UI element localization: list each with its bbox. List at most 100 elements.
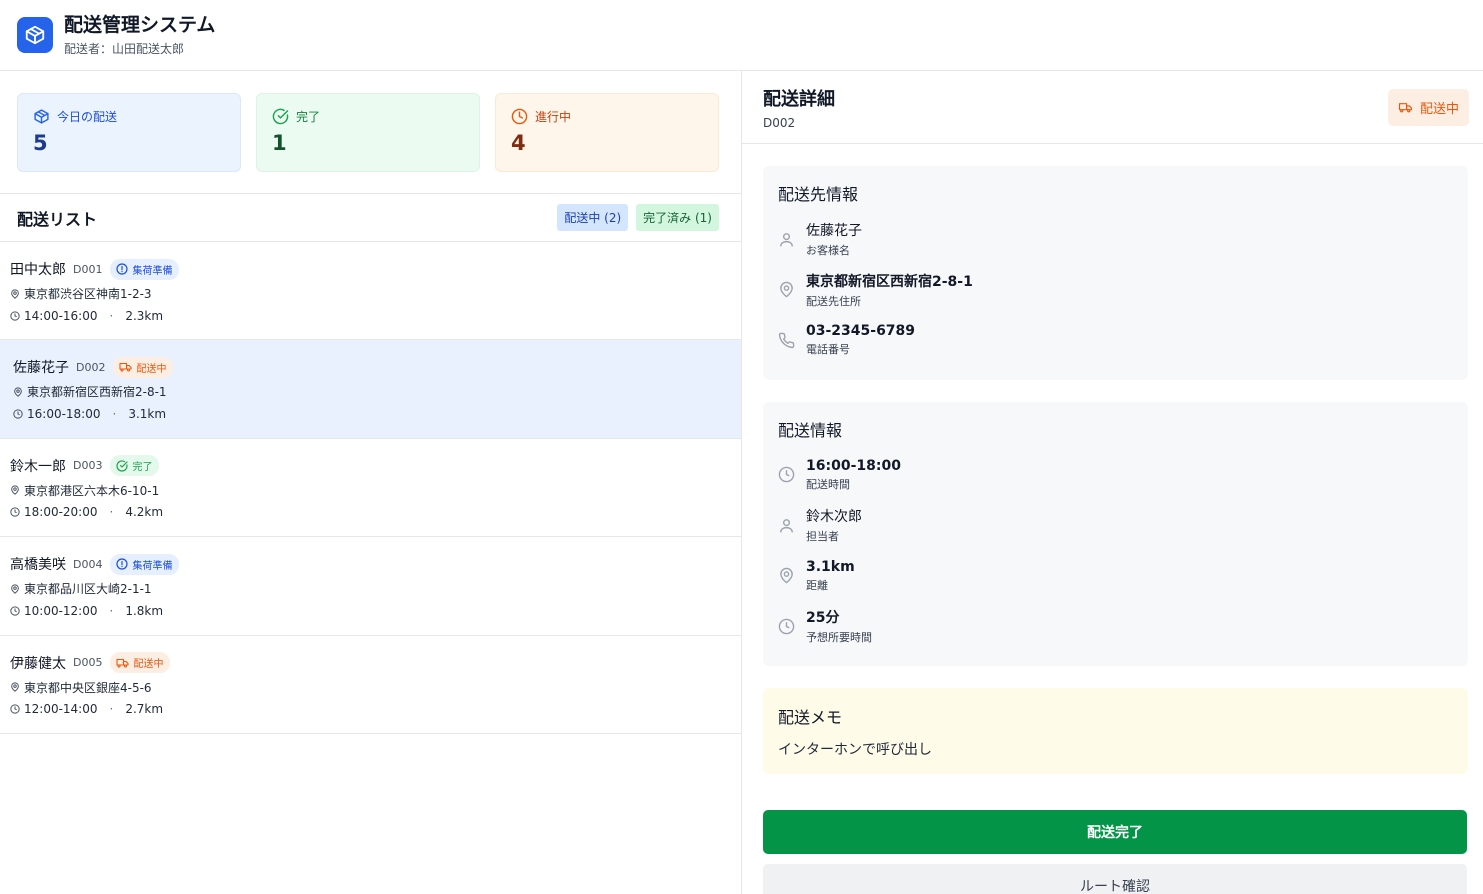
panel-title: 配送情報 xyxy=(778,420,843,440)
delivery-distance: 3.1km xyxy=(806,558,855,575)
check-circle-icon xyxy=(272,108,289,125)
status-text: 集荷準備 xyxy=(132,265,173,277)
panel-title: 配送先情報 xyxy=(778,185,859,204)
clock-icon xyxy=(10,310,20,321)
row-distance: 4.2km xyxy=(125,505,164,520)
row-address: 東京都港区六本木6-10-1 xyxy=(24,483,160,498)
row-id: D003 xyxy=(73,459,103,473)
map-pin-icon xyxy=(10,682,20,692)
status-badge: 配送中 xyxy=(113,356,174,378)
stat-label: 完了 xyxy=(296,110,321,124)
delivery-row[interactable]: 田中太郎 D001 集荷準備 東京都渋谷区神南1-2-3 14:00-16:00… xyxy=(0,242,741,341)
separator: · xyxy=(109,308,114,323)
user-icon xyxy=(778,231,806,248)
row-address: 東京都渋谷区神南1-2-3 xyxy=(24,287,152,301)
status-badge: 集荷準備 xyxy=(110,258,180,280)
row-distance: 3.1km xyxy=(128,406,167,421)
row-distance: 2.3km xyxy=(125,308,164,323)
filter-done-button[interactable]: 完了済み (1) xyxy=(636,204,719,231)
row-name: 高橋美咲 xyxy=(10,557,66,574)
clock-icon xyxy=(778,618,806,635)
delivery-row-selected[interactable]: 佐藤花子 D002 配送中 東京都新宿区西新宿2-8-1 16:00-18:00… xyxy=(0,340,741,439)
stat-label: 進行中 xyxy=(535,110,572,124)
status-badge: 配送中 xyxy=(1387,89,1469,126)
map-pin-icon xyxy=(10,584,20,594)
map-pin-icon xyxy=(10,288,20,299)
row-id: D001 xyxy=(73,262,103,276)
package-icon xyxy=(17,17,53,53)
detail-pane: 配送詳細 D002 配送中 配送先情報 佐藤花子 お客様名 東京都新宿区西新宿2… xyxy=(742,71,1483,894)
status-badge: 集荷準備 xyxy=(110,553,180,575)
memo-text: インターホンで呼び出し xyxy=(778,741,932,758)
map-pin-icon xyxy=(13,387,23,397)
recipient-phone-label: 電話番号 xyxy=(806,343,850,357)
clock-icon xyxy=(10,606,20,616)
row-name: 伊藤健太 xyxy=(10,655,66,672)
stat-value: 4 xyxy=(511,131,526,155)
status-badge: 完了 xyxy=(110,455,160,477)
delivery-eta: 25分 xyxy=(806,610,840,627)
recipient-address: 東京都新宿区西新宿2-8-1 xyxy=(806,273,973,290)
delivery-row[interactable]: 伊藤健太 D005 配送中 東京都中央区銀座4-5-6 12:00-14:00 … xyxy=(0,636,741,734)
alert-circle-icon xyxy=(116,558,129,570)
row-time: 10:00-12:00 xyxy=(24,603,98,618)
row-id: D002 xyxy=(76,360,106,374)
recipient-phone[interactable]: 03-2345-6789 xyxy=(806,323,915,339)
driver-name: 配送者：山田配送太郎 xyxy=(64,41,185,56)
truck-icon xyxy=(116,657,130,669)
map-pin-icon xyxy=(778,281,806,298)
list-title: 配送リスト xyxy=(17,209,98,229)
delivery-eta-label: 予想所要時間 xyxy=(806,631,872,645)
phone-icon xyxy=(778,332,806,349)
status-text: 配送中 xyxy=(136,363,167,375)
memo-title: 配送メモ xyxy=(778,707,843,727)
delivery-row[interactable]: 鈴木一郎 D003 完了 東京都港区六本木6-10-1 18:00-20:00 … xyxy=(0,439,741,538)
filter-shipping-button[interactable]: 配送中 (2) xyxy=(557,204,629,231)
delivery-staff: 鈴木次郎 xyxy=(806,509,862,526)
alert-circle-icon xyxy=(116,263,129,275)
check-circle-icon xyxy=(116,460,129,472)
separator: · xyxy=(112,406,117,421)
clock-icon xyxy=(511,108,528,125)
map-pin-icon xyxy=(10,485,20,496)
app-title: 配送管理システム xyxy=(64,13,216,36)
row-address: 東京都中央区銀座4-5-6 xyxy=(24,680,152,695)
detail-header: 配送詳細 D002 配送中 xyxy=(742,71,1483,144)
complete-delivery-button[interactable]: 配送完了 xyxy=(763,809,1467,854)
row-time: 16:00-18:00 xyxy=(27,406,101,421)
truck-icon xyxy=(1398,101,1413,114)
clock-icon xyxy=(10,704,20,714)
row-distance: 1.8km xyxy=(125,603,164,618)
list-header: 配送リスト 配送中 (2) 完了済み (1) xyxy=(0,194,741,242)
delivery-info-panel: 配送情報 16:00-18:00 配送時間 鈴木次郎 担当者 3.1km 距離 … xyxy=(763,401,1468,666)
row-name: 鈴木一郎 xyxy=(10,458,66,475)
stat-done: 完了 1 xyxy=(256,93,480,172)
delivery-distance-label: 距離 xyxy=(806,578,828,592)
row-address: 東京都新宿区西新宿2-8-1 xyxy=(27,385,167,400)
status-text: 完了 xyxy=(132,462,153,474)
stat-value: 1 xyxy=(272,131,287,155)
left-pane: 今日の配送 5 完了 1 進行中 4 配送リスト 配送中 (2) 完了済み (1… xyxy=(0,71,742,894)
truck-icon xyxy=(119,361,133,373)
app-header: 配送管理システム 配送者：山田配送太郎 xyxy=(0,0,1483,71)
recipient-name-label: お客様名 xyxy=(806,244,850,258)
separator: · xyxy=(109,603,114,618)
delivery-time-label: 配送時間 xyxy=(806,477,850,491)
map-pin-icon xyxy=(778,567,806,584)
recipient-address-label: 配送先住所 xyxy=(806,294,861,308)
row-time: 18:00-20:00 xyxy=(24,505,98,520)
row-time: 14:00-16:00 xyxy=(24,308,98,323)
package-icon xyxy=(33,108,50,125)
recipient-panel: 配送先情報 佐藤花子 お客様名 東京都新宿区西新宿2-8-1 配送先住所 03-… xyxy=(763,166,1468,380)
stat-in-progress: 進行中 4 xyxy=(495,93,719,172)
status-text: 配送中 xyxy=(133,659,164,671)
clock-icon xyxy=(13,409,23,419)
delivery-staff-label: 担当者 xyxy=(806,530,839,544)
detail-id: D002 xyxy=(763,116,796,130)
recipient-name: 佐藤花子 xyxy=(806,223,862,240)
row-id: D004 xyxy=(73,557,103,571)
check-route-button[interactable]: ルート確認 xyxy=(763,863,1467,894)
clock-icon xyxy=(778,466,806,483)
delivery-row[interactable]: 高橋美咲 D004 集荷準備 東京都品川区大崎2-1-1 10:00-12:00… xyxy=(0,537,741,636)
status-badge: 配送中 xyxy=(110,652,171,674)
